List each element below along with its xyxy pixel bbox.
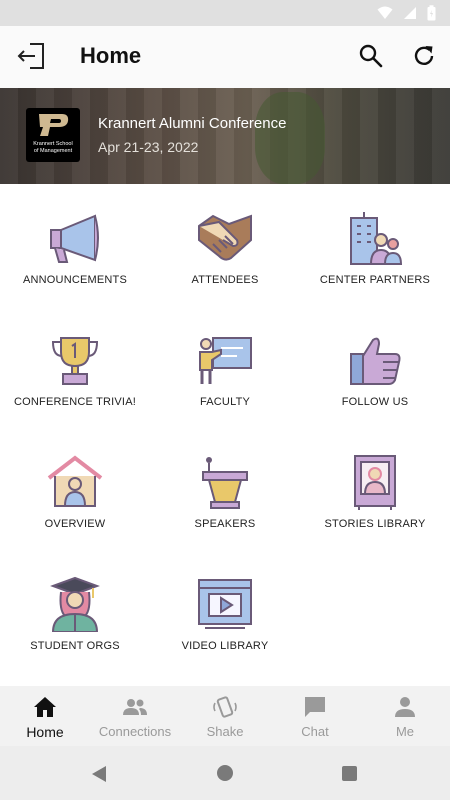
- nav-item-shake[interactable]: Shake: [180, 686, 270, 746]
- nav-label: Home: [26, 724, 64, 740]
- thumbs-up-icon: [350, 337, 401, 385]
- nav-item-me[interactable]: Me: [360, 686, 450, 746]
- tile-conference-trivia[interactable]: CONFERENCE TRIVIA!: [0, 306, 150, 426]
- house-person-icon: [47, 455, 103, 507]
- conference-title: Krannert Alumni Conference: [98, 115, 287, 132]
- people-icon: [123, 699, 147, 715]
- banner-background-tree: [255, 92, 325, 184]
- trophy-icon: [51, 337, 99, 385]
- person-icon: [395, 697, 415, 717]
- chat-icon: [305, 697, 325, 717]
- tile-speakers[interactable]: SPEAKERS: [150, 428, 300, 548]
- refresh-icon[interactable]: [411, 43, 437, 69]
- book-portrait-icon: [354, 455, 396, 510]
- megaphone-icon: [50, 214, 99, 263]
- tile-video-library[interactable]: VIDEO LIBRARY: [150, 550, 300, 670]
- tile-announcements[interactable]: ANNOUNCEMENTS: [0, 184, 150, 304]
- tile-overview[interactable]: OVERVIEW: [0, 428, 150, 548]
- tile-center-partners[interactable]: CENTER PARTNERS: [300, 184, 450, 304]
- system-recents-icon[interactable]: [342, 766, 357, 781]
- tile-attendees[interactable]: ATTENDEES: [150, 184, 300, 304]
- nav-item-connections[interactable]: Connections: [90, 686, 180, 746]
- signal-icon: [404, 7, 416, 19]
- tile-label: ATTENDEES: [191, 274, 259, 286]
- tile-stories-library[interactable]: STORIES LIBRARY: [300, 428, 450, 548]
- tile-label: SPEAKERS: [194, 518, 256, 530]
- page-title: Home: [80, 43, 142, 68]
- tile-label: STORIES LIBRARY: [324, 518, 426, 530]
- tile-label: ANNOUNCEMENTS: [22, 274, 128, 286]
- app-bar: Home: [0, 26, 450, 88]
- tile-label: CENTER PARTNERS: [319, 274, 431, 286]
- handshake-icon: [198, 214, 252, 261]
- conference-dates: Apr 21-23, 2022: [98, 139, 199, 155]
- school-logo: Krannert School of Management: [26, 108, 80, 162]
- tile-label: FACULTY: [199, 396, 251, 408]
- podium-icon: [202, 457, 248, 509]
- tile-label: FOLLOW US: [341, 396, 409, 408]
- tile-faculty[interactable]: FACULTY: [150, 306, 300, 426]
- graduate-icon: [50, 576, 100, 632]
- nav-item-home[interactable]: Home: [0, 686, 90, 746]
- system-navigation-bar: [0, 746, 450, 800]
- search-icon[interactable]: [358, 43, 384, 69]
- logo-text: Krannert School of Management: [33, 141, 73, 154]
- building-people-icon: [350, 212, 403, 265]
- wifi-icon: [377, 6, 393, 19]
- system-home-icon[interactable]: [217, 765, 233, 781]
- shake-phone-icon: [213, 696, 237, 718]
- bottom-navigation: Home Connections Shake Chat Me: [0, 686, 450, 746]
- system-back-icon[interactable]: [90, 765, 108, 783]
- exit-icon[interactable]: [16, 40, 48, 72]
- status-bar: [0, 0, 450, 26]
- battery-icon: [427, 5, 436, 21]
- tile-student-orgs[interactable]: STUDENT ORGS: [0, 550, 150, 670]
- nav-item-chat[interactable]: Chat: [270, 686, 360, 746]
- tile-label: VIDEO LIBRARY: [181, 640, 269, 652]
- video-player-icon: [198, 579, 252, 629]
- teacher-board-icon: [199, 337, 252, 384]
- home-icon: [34, 697, 56, 717]
- nav-label: Connections: [98, 724, 172, 739]
- nav-label: Me: [395, 724, 415, 739]
- conference-banner: Krannert School of Management Krannert Al…: [0, 88, 450, 184]
- nav-label: Chat: [301, 724, 329, 739]
- tile-label: CONFERENCE TRIVIA!: [14, 396, 136, 408]
- tile-follow-us[interactable]: FOLLOW US: [300, 306, 450, 426]
- tile-label: STUDENT ORGS: [30, 640, 120, 652]
- tile-label: OVERVIEW: [44, 518, 106, 530]
- nav-label: Shake: [206, 724, 244, 739]
